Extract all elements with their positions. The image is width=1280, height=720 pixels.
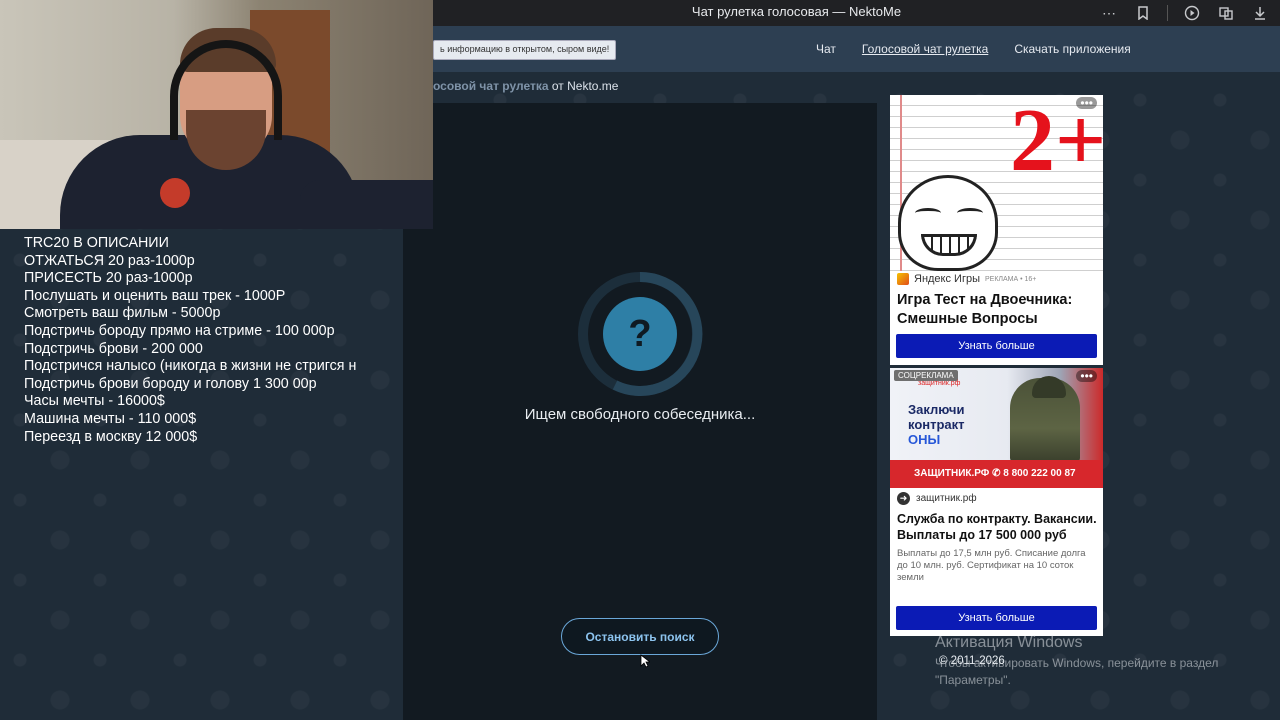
webcam-overlay [0, 0, 433, 229]
ad-card-contract[interactable]: СОЦРЕКЛАМА защитник.рф Заключи контракт … [890, 368, 1103, 636]
toolbar-divider [1167, 5, 1168, 21]
ad-card-game[interactable]: 2+ ••• Яндекс Игры РЕКЛАМА • 16+ Игра Те… [890, 95, 1103, 365]
main-nav: Чат Голосовой чат рулетка Скачать прилож… [816, 42, 1131, 56]
ad-description: Выплаты до 17,5 млн руб. Списание долга … [897, 548, 1086, 583]
price-line: Подстричь бороду прямо на стриме - 100 0… [24, 322, 335, 339]
question-icon: ? [603, 297, 677, 371]
ad-image[interactable]: СОЦРЕКЛАМА защитник.рф Заключи контракт … [890, 368, 1103, 488]
notice-banner: ь информацию в открытом, сыром виде! [433, 40, 617, 60]
arrow-icon: ➜ [897, 492, 910, 505]
ad-slogan: Заключи контракт ОНЫ [908, 402, 965, 447]
breadcrumb-link[interactable]: осовой чат рулетка [433, 79, 549, 93]
browser-toolbar: ⋯ [1099, 3, 1270, 23]
ad-source: ➜ защитник.рф [897, 492, 977, 505]
windows-activation-title: Активация Windows [935, 634, 1083, 651]
price-line: ОТЖАТЬСЯ 20 раз-1000р [24, 252, 195, 269]
ad-tag: РЕКЛАМА • 16+ [985, 275, 1037, 283]
price-line: Часы мечты - 16000$ [24, 393, 165, 410]
ad-learn-more-button[interactable]: Узнать больше [896, 606, 1097, 630]
price-line: Послушать и оценить ваш трек - 1000Р [24, 287, 286, 304]
ad-headline[interactable]: Служба по контракту. Вакансии. Выплаты д… [897, 511, 1097, 543]
stop-search-button[interactable]: Остановить поиск [561, 618, 719, 655]
ad-menu-icon[interactable]: ••• [1076, 370, 1097, 382]
more-options-icon[interactable]: ⋯ [1099, 3, 1119, 23]
play-icon[interactable] [1182, 3, 1202, 23]
yandex-games-icon [897, 273, 909, 285]
ad-source-name: Яндекс Игры [914, 273, 980, 285]
ad-bar-text: ЗАЩИТНИК.РФ ✆ 8 800 222 00 87 [914, 468, 1076, 479]
nav-voice-chat[interactable]: Голосовой чат рулетка [862, 42, 988, 56]
mouse-cursor-icon [640, 654, 650, 668]
ad-source-name: защитник.рф [916, 493, 977, 504]
streamer-arm [300, 180, 433, 229]
extensions-icon[interactable] [1216, 3, 1236, 23]
breadcrumb-suffix: от Nekto.me [551, 79, 619, 93]
ad-brand-small: защитник.рф [918, 380, 961, 387]
price-line: ПРИСЕСТЬ 20 раз-1000р [24, 270, 193, 287]
nav-download-apps[interactable]: Скачать приложения [1014, 42, 1130, 56]
browser-title-bar: Чат рулетка голосовая — NektoMe ⋯ [433, 0, 1280, 26]
nav-chat[interactable]: Чат [816, 42, 836, 56]
price-line: Подстричь брови - 200 000 [24, 340, 203, 357]
price-line: Смотреть ваш фильм - 5000р [24, 305, 221, 322]
bookmark-icon[interactable] [1133, 3, 1153, 23]
copyright: © 2011-2026 [939, 655, 1005, 667]
search-status: Ищем свободного собеседника... [524, 406, 756, 423]
ad-menu-icon[interactable]: ••• [1076, 97, 1097, 109]
price-line: Подстричся налысо (никогда в жизни не ст… [24, 358, 357, 375]
site-header: ь информацию в открытом, сыром виде! Чат… [433, 26, 1280, 72]
download-icon[interactable] [1250, 3, 1270, 23]
meme-face-icon [898, 175, 998, 271]
price-line: Подстричь брови бороду и голову 1 300 00… [24, 375, 317, 392]
ad-learn-more-button[interactable]: Узнать больше [896, 334, 1097, 358]
shirt-emblem [160, 178, 190, 208]
stream-price-list: TRC20 В ОПИСАНИИ ОТЖАТЬСЯ 20 раз-1000р П… [24, 235, 376, 446]
breadcrumb: осовой чат рулетка от Nekto.me [433, 79, 618, 93]
ad-source: Яндекс Игры РЕКЛАМА • 16+ [897, 273, 1036, 285]
ad-headline[interactable]: Игра Тест на Двоечника: Смешные Вопросы [897, 291, 1097, 329]
headset-icon [170, 40, 282, 140]
search-spinner: ? [577, 271, 703, 397]
price-line: Переезд в москву 12 000$ [24, 428, 198, 445]
price-line: TRC20 В ОПИСАНИИ [24, 235, 169, 251]
price-line: Машина мечты - 110 000$ [24, 410, 197, 427]
ad-image[interactable]: 2+ [890, 95, 1103, 271]
voice-chat-panel: ? Ищем свободного собеседника... Останов… [403, 103, 877, 720]
